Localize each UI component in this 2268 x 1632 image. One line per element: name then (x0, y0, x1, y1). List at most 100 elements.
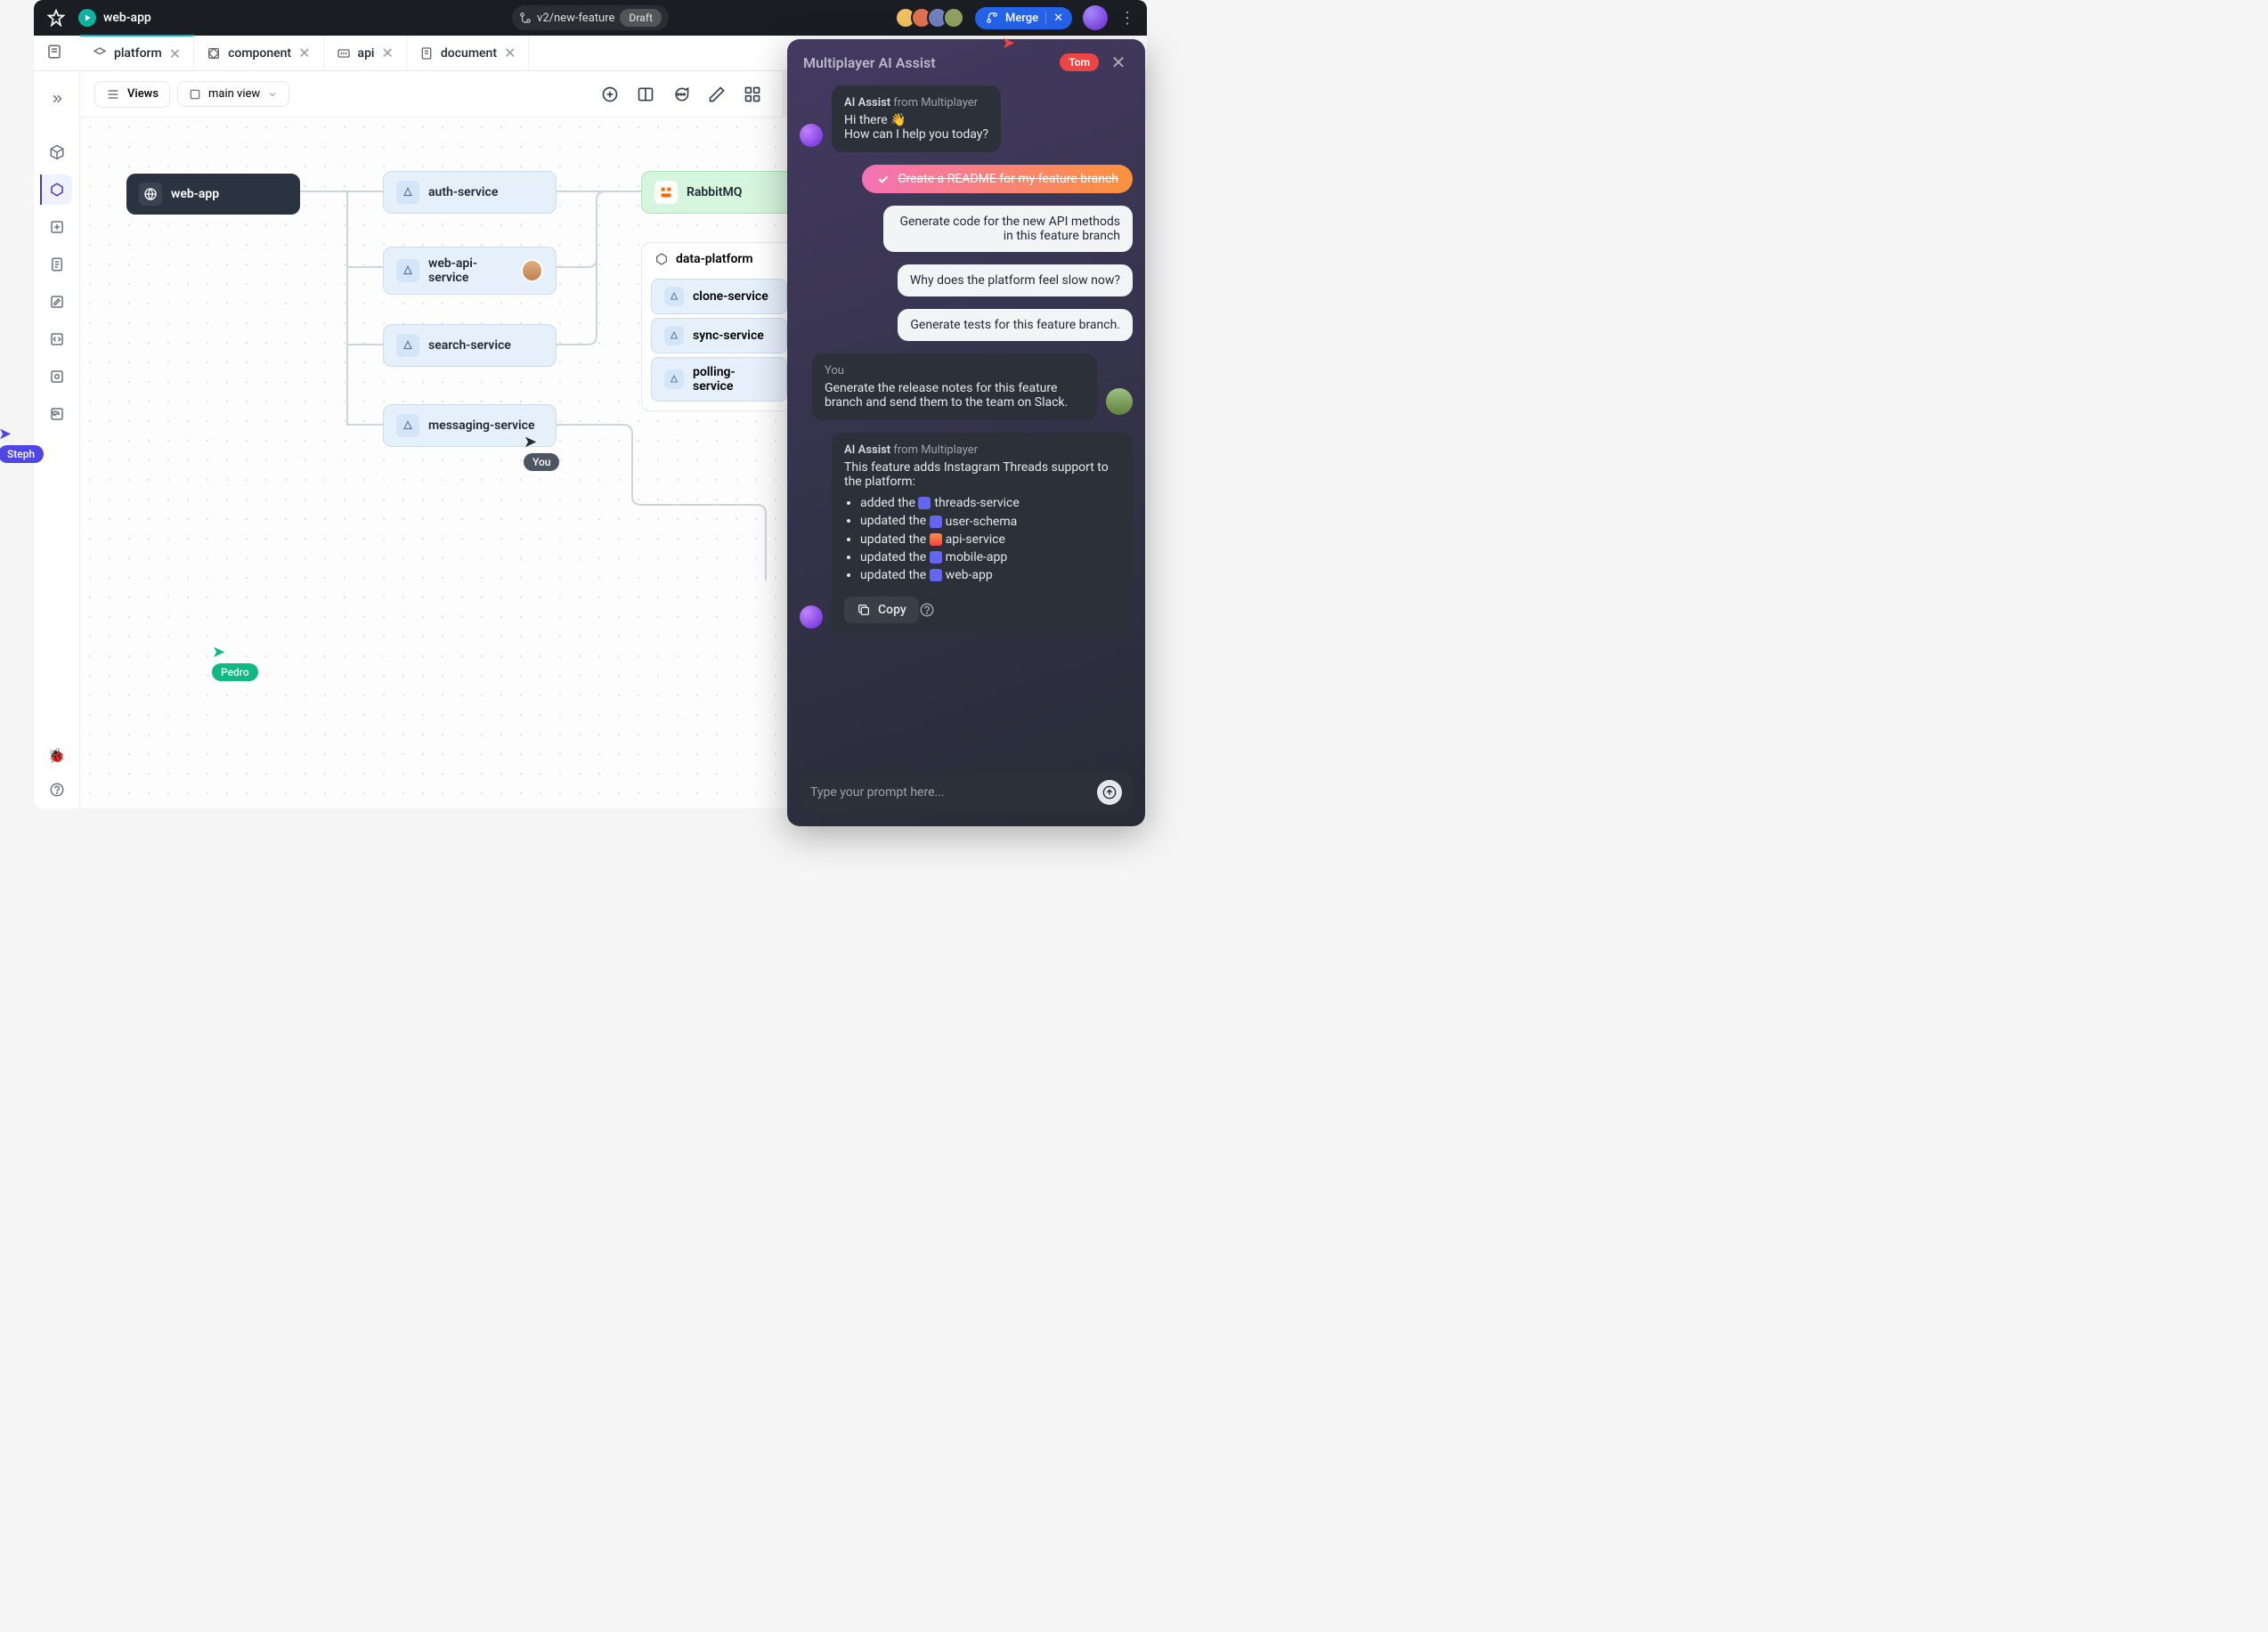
bug-icon[interactable]: 🐞 (48, 747, 66, 764)
square-icon (189, 88, 201, 101)
close-icon[interactable]: ✕ (504, 45, 516, 61)
node-web-api-service[interactable]: web-api-service (383, 247, 557, 295)
apps-button[interactable] (737, 79, 768, 110)
node-polling-service[interactable]: polling-service (651, 357, 787, 402)
user-avatar-on-node (521, 259, 543, 282)
assist-close-icon[interactable]: ✕ (1108, 52, 1129, 73)
node-label: web-api-service (428, 256, 512, 285)
plus-circle-icon (601, 85, 619, 103)
platform-icon (93, 46, 107, 61)
sidebar-item-add[interactable] (42, 212, 72, 242)
sidebar-item-settings[interactable] (42, 361, 72, 392)
sidebar-item-code[interactable] (42, 324, 72, 354)
chip-icon (930, 516, 942, 528)
close-icon[interactable]: ✕ (382, 45, 394, 61)
tab-document[interactable]: document ✕ (407, 36, 529, 70)
panel-icon (637, 85, 654, 103)
prompt-input-container (800, 771, 1133, 814)
sidebar-item-cube[interactable] (42, 137, 72, 167)
node-group-data-platform[interactable]: data-platform clone-service sync-service… (641, 242, 797, 411)
top-bar: web-app v2/new-feature Draft Merge ✕ ⋮ (34, 0, 1147, 36)
avatar (943, 7, 964, 28)
from-name: You (825, 364, 1085, 378)
chip-icon (918, 497, 931, 509)
code-icon (49, 331, 65, 347)
chip-icon (930, 551, 942, 564)
main-view-button[interactable]: main view (177, 81, 289, 107)
sidebar-item-doc[interactable] (42, 249, 72, 280)
tab-component[interactable]: component ✕ (194, 36, 323, 70)
node-auth-service[interactable]: auth-service (383, 171, 557, 214)
node-sync-service[interactable]: sync-service (651, 318, 787, 353)
chevron-down-icon (267, 89, 278, 100)
more-menu-icon[interactable]: ⋮ (1118, 9, 1136, 28)
merge-button[interactable]: Merge ✕ (975, 7, 1072, 29)
views-button[interactable]: Views (94, 81, 170, 108)
pencil-icon (708, 85, 726, 103)
close-icon[interactable]: ✕ (298, 45, 310, 61)
rabbitmq-icon (654, 181, 678, 204)
send-button[interactable] (1097, 780, 1122, 805)
chip-icon (930, 569, 942, 581)
main-view-label: main view (208, 87, 260, 101)
tom-badge: Tom (1060, 53, 1099, 71)
prompt-input[interactable] (810, 785, 1097, 800)
from-name: AI Assist (844, 443, 890, 457)
comment-button[interactable] (666, 79, 696, 110)
node-clone-service[interactable]: clone-service (651, 279, 787, 314)
assist-header: Multiplayer AI Assist Tom ✕ (787, 39, 1145, 85)
service-icon (396, 334, 419, 357)
suggestion[interactable]: Why does the platform feel slow now? (898, 264, 1133, 296)
node-web-app[interactable]: web-app (126, 174, 300, 215)
chevrons-right-icon (49, 91, 65, 107)
sidebar-expand[interactable] (42, 84, 72, 114)
tab-label: document (441, 46, 497, 61)
service-icon (396, 414, 419, 437)
branch-selector[interactable]: v2/new-feature Draft (512, 5, 669, 30)
node-label: clone-service (693, 289, 768, 304)
app-name[interactable]: web-app (78, 9, 151, 27)
message-line: How can I help you today? (844, 127, 988, 142)
node-messaging-service[interactable]: messaging-service (383, 404, 557, 447)
service-icon (664, 369, 684, 389)
help-icon[interactable] (919, 602, 935, 621)
file-icon[interactable] (46, 44, 62, 63)
user-avatar[interactable] (1083, 5, 1108, 30)
list-item: updated the api-service (860, 532, 1120, 547)
help-button[interactable] (42, 775, 72, 805)
collaborator-avatars[interactable] (900, 7, 964, 28)
panel-button[interactable] (630, 79, 661, 110)
merge-close-icon[interactable]: ✕ (1045, 12, 1063, 24)
document-icon (419, 46, 434, 61)
app-logo-icon[interactable] (45, 6, 68, 29)
close-icon[interactable]: ✕ (169, 45, 181, 62)
chip-icon (930, 533, 942, 546)
suggestion[interactable]: Generate tests for this feature branch. (898, 309, 1133, 341)
edit-button[interactable] (702, 79, 732, 110)
copy-button[interactable]: Copy (844, 597, 919, 623)
tab-api[interactable]: api ✕ (324, 36, 407, 70)
sidebar-item-hexagon[interactable] (40, 175, 72, 205)
suggestion[interactable]: Generate code for the new API methods in… (883, 206, 1133, 252)
ai-message: AI Assist from Multiplayer This feature … (800, 433, 1133, 634)
tab-label: platform (114, 46, 162, 61)
node-search-service[interactable]: search-service (383, 324, 557, 367)
tab-platform[interactable]: platform ✕ (80, 35, 194, 70)
user-avatar (1106, 388, 1133, 415)
tab-label: api (358, 46, 375, 61)
help-circle-icon (49, 782, 65, 798)
service-icon (396, 181, 419, 204)
draft-badge: Draft (620, 9, 662, 27)
sidebar-item-edit[interactable] (42, 287, 72, 317)
group-title: data-platform (676, 252, 753, 266)
hexagon-icon (654, 252, 669, 266)
cube-icon (49, 144, 65, 160)
add-button[interactable] (595, 79, 625, 110)
node-label: search-service (428, 338, 511, 353)
suggestion-completed[interactable]: Create a README for my feature branch (862, 165, 1133, 193)
chip-label: api-service (946, 532, 1005, 547)
doc-icon (49, 256, 65, 272)
chip-label: threads-service (934, 496, 1019, 510)
sidebar-item-cloud[interactable] (42, 399, 72, 429)
node-rabbitmq[interactable]: RabbitMQ (641, 171, 801, 214)
